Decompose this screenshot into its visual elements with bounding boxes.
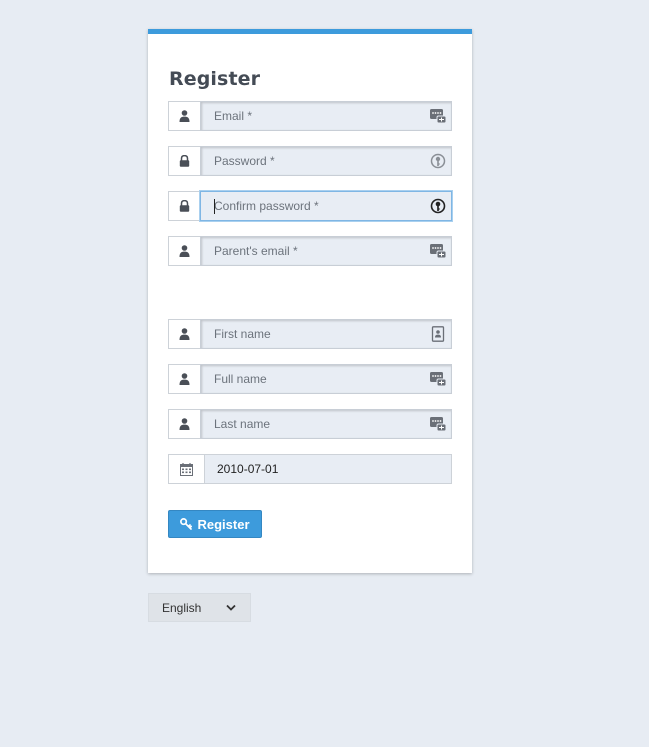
birth-date-input-wrapper (204, 454, 452, 484)
first-name-input[interactable] (201, 320, 451, 348)
page-title: Register (169, 68, 261, 90)
user-icon (168, 319, 200, 349)
parent-email-field-group (168, 236, 452, 266)
confirm-password-field-group (168, 191, 452, 221)
last-name-input[interactable] (201, 410, 451, 438)
calendar-icon (168, 454, 204, 484)
user-icon (168, 409, 200, 439)
user-icon (168, 364, 200, 394)
key-manager-icon[interactable] (430, 153, 446, 169)
full-name-field-group (168, 364, 452, 394)
password-manager-icon[interactable] (430, 243, 446, 259)
register-card: Register Email * Parent's email * First … (148, 29, 472, 573)
lock-icon (168, 191, 200, 221)
password-manager-icon[interactable] (430, 416, 446, 432)
register-button-label: Register (197, 516, 250, 532)
password-input[interactable] (201, 147, 451, 175)
confirm-password-input-wrapper (200, 191, 452, 221)
birth-date-field-group (168, 454, 452, 484)
register-button[interactable]: Register (168, 510, 262, 538)
user-icon (168, 101, 200, 131)
full-name-input[interactable] (201, 365, 451, 393)
last-name-input-wrapper (200, 409, 452, 439)
email-input[interactable] (201, 102, 451, 130)
password-field-group (168, 146, 452, 176)
key-manager-icon[interactable] (430, 198, 446, 214)
password-manager-icon[interactable] (430, 371, 446, 387)
first-name-field-group (168, 319, 452, 349)
chevron-down-icon (226, 604, 236, 611)
full-name-input-wrapper (200, 364, 452, 394)
parent-email-input-wrapper (200, 236, 452, 266)
parent-email-input[interactable] (201, 237, 451, 265)
last-name-field-group (168, 409, 452, 439)
lock-icon (168, 146, 200, 176)
language-select[interactable]: English (148, 593, 251, 622)
key-icon (180, 518, 193, 530)
password-input-wrapper (200, 146, 452, 176)
email-field-group (168, 101, 452, 131)
first-name-input-wrapper (200, 319, 452, 349)
birth-date-input[interactable] (205, 455, 451, 483)
contact-card-icon[interactable] (430, 326, 446, 342)
confirm-password-input[interactable] (201, 192, 451, 220)
language-select-value: English (162, 600, 202, 615)
user-icon (168, 236, 200, 266)
email-input-wrapper (200, 101, 452, 131)
password-manager-icon[interactable] (430, 108, 446, 124)
text-caret (214, 199, 215, 214)
